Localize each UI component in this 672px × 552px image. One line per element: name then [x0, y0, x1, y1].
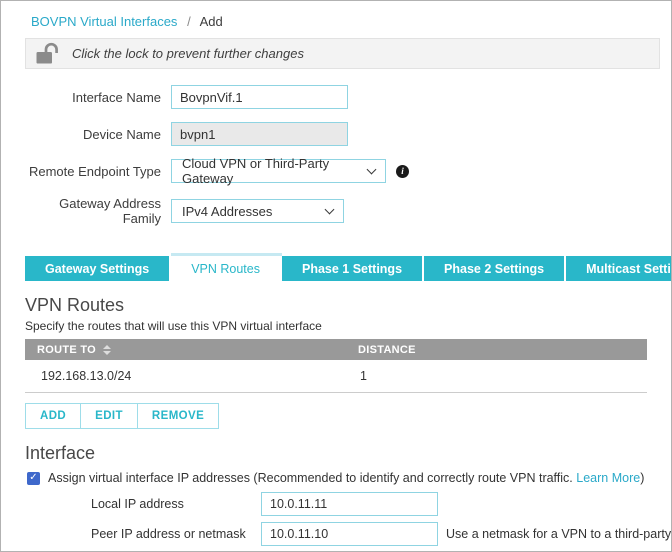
gateway-address-family-value: IPv4 Addresses: [182, 204, 272, 219]
distance-cell: 1: [346, 360, 647, 392]
tab-vpn-routes[interactable]: VPN Routes: [171, 256, 282, 281]
unlocked-padlock-icon[interactable]: [35, 42, 62, 66]
table-row[interactable]: 192.168.13.0/24 1: [25, 360, 647, 393]
sort-icon: [103, 345, 111, 355]
assign-ip-label-text: Assign virtual interface IP addresses (R…: [48, 471, 576, 485]
peer-ip-label: Peer IP address or netmask: [91, 527, 261, 541]
device-name-input: [171, 122, 348, 146]
interface-name-label: Interface Name: [25, 90, 161, 105]
chevron-down-icon: [367, 164, 377, 174]
chevron-down-icon: [325, 204, 335, 214]
peer-ip-row: Peer IP address or netmask Use a netmask…: [91, 522, 671, 546]
local-ip-input[interactable]: [261, 492, 438, 516]
column-header-distance: DISTANCE: [346, 344, 647, 356]
tab-gateway-settings[interactable]: Gateway Settings: [25, 256, 171, 281]
bovpn-virtual-interface-add-page: BOVPN Virtual Interfaces / Add Click the…: [0, 0, 672, 552]
interface-section-title: Interface: [25, 443, 671, 464]
gateway-address-family-label: Gateway Address Family: [25, 196, 161, 226]
assign-ip-label: Assign virtual interface IP addresses (R…: [48, 471, 644, 485]
vpn-routes-description: Specify the routes that will use this VP…: [25, 319, 647, 333]
tab-phase-2-settings[interactable]: Phase 2 Settings: [424, 256, 566, 281]
device-name-label: Device Name: [25, 127, 161, 142]
remote-endpoint-type-select[interactable]: Cloud VPN or Third-Party Gateway: [171, 159, 386, 183]
remote-endpoint-type-row: Remote Endpoint Type Cloud VPN or Third-…: [1, 159, 671, 183]
local-ip-row: Local IP address: [91, 492, 671, 516]
lock-banner-text: Click the lock to prevent further change…: [72, 46, 304, 61]
info-icon[interactable]: i: [396, 165, 409, 178]
routes-button-group: ADD EDIT REMOVE: [25, 403, 219, 429]
learn-more-link[interactable]: Learn More: [576, 471, 640, 485]
gateway-address-family-row: Gateway Address Family IPv4 Addresses: [1, 196, 671, 226]
breadcrumb-link-bovpn-virtual-interfaces[interactable]: BOVPN Virtual Interfaces: [31, 14, 177, 29]
settings-tabbar: Gateway Settings VPN Routes Phase 1 Sett…: [25, 256, 671, 281]
route-to-header-label: ROUTE TO: [37, 344, 96, 356]
vpn-routes-table-header: ROUTE TO DISTANCE: [25, 339, 647, 360]
vpn-routes-table: ROUTE TO DISTANCE 192.168.13.0/24 1: [25, 339, 647, 393]
assign-ip-checkbox[interactable]: ✓: [27, 472, 40, 485]
add-button[interactable]: ADD: [25, 403, 81, 429]
peer-ip-note: Use a netmask for a VPN to a third-party…: [446, 527, 672, 541]
assign-ip-checkbox-row: ✓ Assign virtual interface IP addresses …: [27, 471, 671, 485]
peer-ip-input[interactable]: [261, 522, 438, 546]
vpn-routes-title: VPN Routes: [25, 295, 671, 316]
gateway-address-family-select[interactable]: IPv4 Addresses: [171, 199, 344, 223]
edit-button[interactable]: EDIT: [80, 403, 138, 429]
interface-name-row: Interface Name: [1, 85, 671, 109]
tab-multicast-settings[interactable]: Multicast Settings: [566, 256, 672, 281]
breadcrumb-current-add: Add: [200, 14, 223, 29]
interface-name-input[interactable]: [171, 85, 348, 109]
column-header-route-to[interactable]: ROUTE TO: [25, 344, 346, 356]
local-ip-label: Local IP address: [91, 497, 261, 511]
remote-endpoint-type-value: Cloud VPN or Third-Party Gateway: [182, 156, 368, 186]
distance-header-label: DISTANCE: [358, 344, 416, 356]
tab-phase-1-settings[interactable]: Phase 1 Settings: [282, 256, 424, 281]
assign-ip-label-suffix: ): [640, 471, 644, 485]
remove-button[interactable]: REMOVE: [137, 403, 219, 429]
device-name-row: Device Name: [1, 122, 671, 146]
breadcrumb: BOVPN Virtual Interfaces / Add: [1, 1, 671, 29]
lock-banner: Click the lock to prevent further change…: [25, 38, 660, 69]
route-to-cell: 192.168.13.0/24: [25, 360, 346, 392]
general-settings-form: Interface Name Device Name Remote Endpoi…: [1, 85, 671, 226]
breadcrumb-separator: /: [187, 14, 191, 29]
remote-endpoint-type-label: Remote Endpoint Type: [25, 164, 161, 179]
